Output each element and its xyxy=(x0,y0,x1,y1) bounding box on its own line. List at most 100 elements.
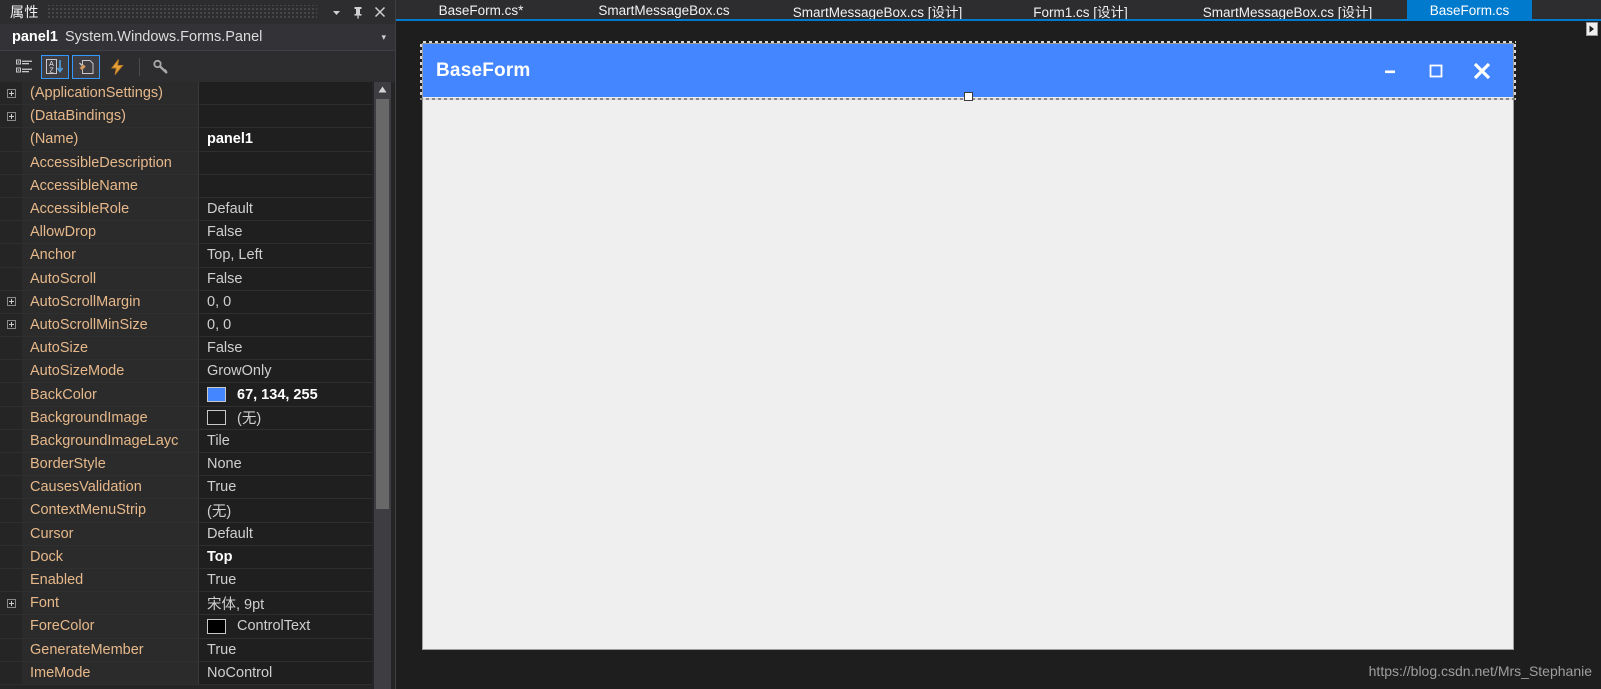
property-value[interactable]: Default xyxy=(199,197,372,221)
property-value[interactable]: Default xyxy=(199,522,372,545)
document-tab[interactable]: BaseForm.cs* xyxy=(396,0,566,21)
properties-panel: 属性 panel1 System.Windows.Forms.Panel ▾ A… xyxy=(0,0,396,689)
expand-icon[interactable] xyxy=(0,290,22,313)
property-row[interactable]: Dock Top xyxy=(0,545,372,569)
property-value[interactable]: Top xyxy=(199,545,372,568)
property-row[interactable]: CausesValidation True xyxy=(0,476,372,500)
property-value[interactable]: True xyxy=(199,568,372,592)
property-value[interactable]: None xyxy=(199,453,372,476)
property-row[interactable]: AutoScroll False xyxy=(0,267,372,291)
expand-icon[interactable] xyxy=(0,313,22,337)
property-value[interactable]: panel1 xyxy=(199,128,372,151)
property-row[interactable]: AllowDrop False xyxy=(0,221,372,245)
property-value[interactable]: True xyxy=(199,476,372,499)
panel1-control[interactable]: BaseForm xyxy=(420,41,1516,101)
scroll-up-arrow-icon[interactable] xyxy=(374,82,391,97)
property-value[interactable]: False xyxy=(199,221,372,244)
property-row[interactable]: GenerateMember True xyxy=(0,638,372,662)
property-row[interactable]: Font 宋体, 9pt xyxy=(0,592,372,616)
property-row[interactable]: BackgroundImage (无) xyxy=(0,406,372,430)
property-value[interactable] xyxy=(199,82,372,105)
property-value[interactable] xyxy=(199,105,372,128)
minimize-button[interactable] xyxy=(1367,51,1413,91)
row-indent xyxy=(0,545,22,568)
property-value[interactable]: (无) xyxy=(199,499,372,522)
events-button[interactable] xyxy=(103,55,131,79)
baseform-design-window[interactable]: BaseForm xyxy=(420,41,1516,650)
expand-icon[interactable] xyxy=(0,105,22,128)
property-name: Font xyxy=(22,592,199,615)
property-value[interactable]: 0, 0 xyxy=(199,290,372,313)
property-row[interactable]: AutoScrollMinSize 0, 0 xyxy=(0,313,372,338)
property-row[interactable]: BackColor 67, 134, 255 xyxy=(0,383,372,407)
row-indent xyxy=(0,499,22,522)
winforms-designer-surface[interactable]: BaseForm https://blog.csdn.net/Mrs_Steph… xyxy=(396,21,1601,689)
document-tab[interactable]: BaseForm.cs xyxy=(1407,0,1532,21)
property-value[interactable]: (无) xyxy=(199,406,372,429)
property-row[interactable]: Enabled True xyxy=(0,568,372,593)
color-swatch xyxy=(207,410,226,426)
property-row[interactable]: AccessibleName xyxy=(0,174,372,198)
property-value[interactable]: 0, 0 xyxy=(199,313,372,337)
property-row[interactable]: ForeColor ControlText xyxy=(0,615,372,639)
property-value[interactable]: 宋体, 9pt xyxy=(199,592,372,615)
property-row[interactable]: AccessibleDescription xyxy=(0,151,372,175)
property-row[interactable]: (Name) panel1 xyxy=(0,128,372,152)
property-name: Anchor xyxy=(22,244,199,267)
expand-icon[interactable] xyxy=(0,592,22,615)
property-row[interactable]: Cursor Default xyxy=(0,522,372,546)
property-row[interactable]: AutoSizeMode GrowOnly xyxy=(0,360,372,384)
property-value[interactable]: False xyxy=(199,267,372,290)
property-row[interactable]: Anchor Top, Left xyxy=(0,244,372,268)
panel-drag-grip[interactable] xyxy=(47,5,317,19)
pin-icon[interactable] xyxy=(347,2,369,22)
property-row[interactable]: ContextMenuStrip (无) xyxy=(0,499,372,523)
property-row[interactable]: BorderStyle None xyxy=(0,453,372,477)
property-value[interactable]: Top, Left xyxy=(199,244,372,267)
expand-icon[interactable] xyxy=(0,82,22,105)
document-tab[interactable]: Form1.cs [设计] xyxy=(993,0,1168,21)
object-dropdown-icon[interactable]: ▾ xyxy=(381,32,389,43)
property-name: (DataBindings) xyxy=(22,105,199,128)
property-value[interactable]: GrowOnly xyxy=(199,360,372,383)
property-value[interactable]: ControlText xyxy=(199,615,372,638)
chevron-down-icon[interactable] xyxy=(325,2,347,22)
document-tab[interactable]: SmartMessageBox.cs xyxy=(566,0,762,21)
property-value[interactable]: NoControl xyxy=(199,661,372,684)
tab-overflow-button[interactable] xyxy=(1586,22,1598,36)
row-indent xyxy=(0,453,22,476)
property-grid-scrollbar[interactable] xyxy=(374,82,391,689)
property-row[interactable]: ImeMode NoControl xyxy=(0,661,372,685)
property-value[interactable]: True xyxy=(199,638,372,661)
property-name: AccessibleName xyxy=(22,174,199,197)
close-icon[interactable] xyxy=(369,2,391,22)
property-row[interactable]: (ApplicationSettings) xyxy=(0,82,372,106)
property-pages-button[interactable] xyxy=(147,55,175,79)
property-row[interactable]: BackgroundImageLayc Tile xyxy=(0,429,372,453)
property-value[interactable]: 67, 134, 255 xyxy=(199,383,372,406)
close-button[interactable] xyxy=(1459,51,1505,91)
property-value[interactable]: Tile xyxy=(199,429,372,452)
row-indent xyxy=(0,522,22,545)
property-row[interactable]: (DataBindings) xyxy=(0,105,372,129)
property-row[interactable]: AutoScrollMargin 0, 0 xyxy=(0,290,372,314)
property-row[interactable]: AutoSize False xyxy=(0,337,372,361)
property-value[interactable] xyxy=(199,151,372,174)
property-row[interactable]: AccessibleRole Default xyxy=(0,197,372,222)
categorized-button[interactable] xyxy=(10,55,38,79)
property-value[interactable]: False xyxy=(199,337,372,360)
property-name: BorderStyle xyxy=(22,453,199,476)
property-value-text: 67, 134, 255 xyxy=(237,386,318,403)
resize-handle-bottom-center[interactable] xyxy=(963,92,973,101)
document-tab[interactable]: SmartMessageBox.cs [设计] xyxy=(762,0,993,21)
maximize-button[interactable] xyxy=(1413,51,1459,91)
properties-button[interactable] xyxy=(72,55,100,79)
alphabetical-button[interactable]: A Z xyxy=(41,55,69,79)
property-value[interactable] xyxy=(199,174,372,197)
property-value-text: (无) xyxy=(237,411,262,428)
document-tab[interactable]: SmartMessageBox.cs [设计] xyxy=(1168,0,1407,21)
selected-object-row[interactable]: panel1 System.Windows.Forms.Panel ▾ xyxy=(0,24,395,51)
plus-icon xyxy=(6,598,16,608)
scrollbar-thumb[interactable] xyxy=(376,99,389,509)
plus-icon xyxy=(6,297,16,307)
